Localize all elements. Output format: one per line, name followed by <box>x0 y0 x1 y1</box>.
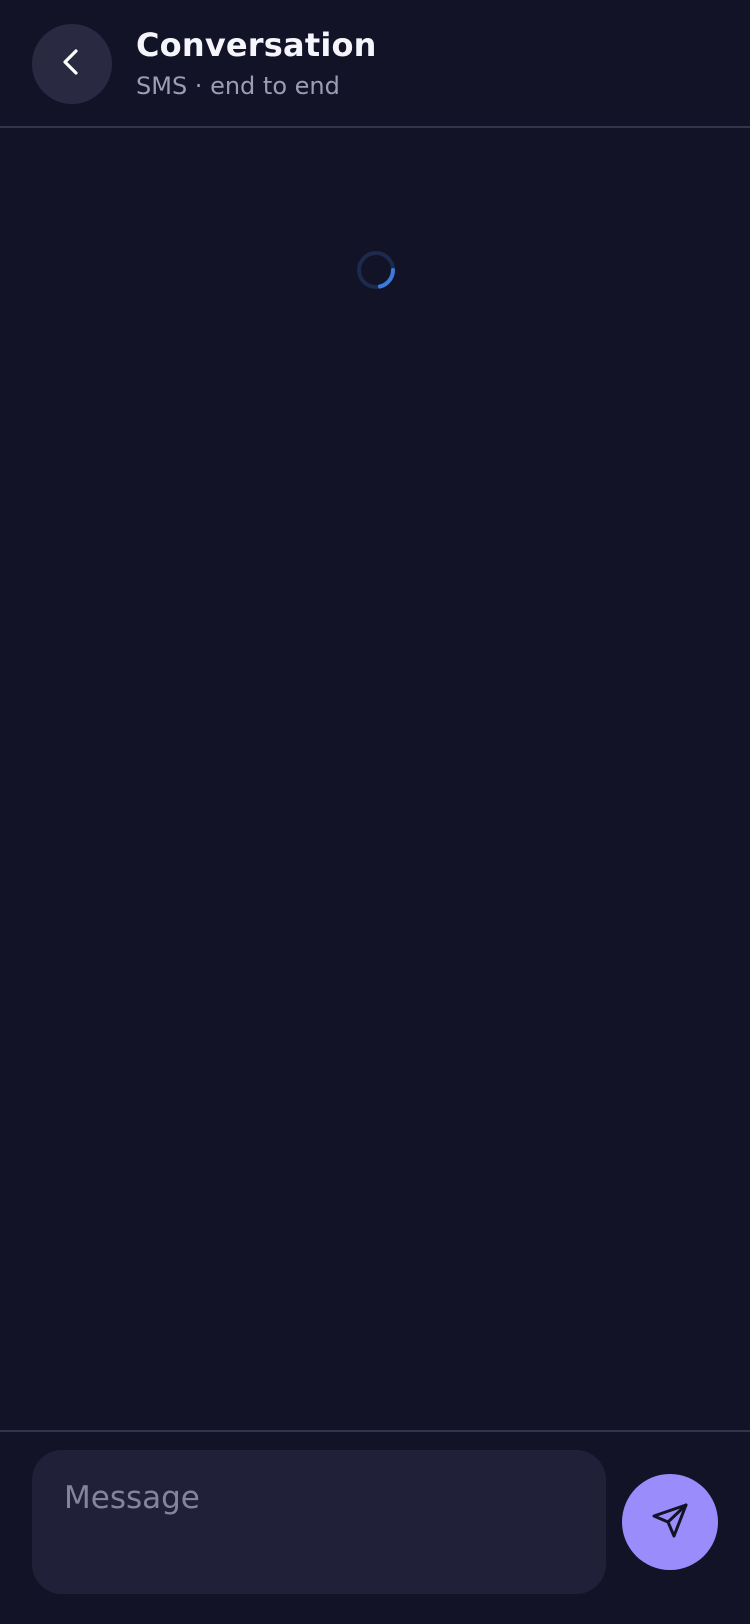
header: Conversation SMS · end to end <box>0 0 750 128</box>
send-icon <box>650 1500 690 1544</box>
send-button[interactable] <box>622 1474 718 1570</box>
page-subtitle: SMS · end to end <box>136 72 340 100</box>
chevron-left-icon <box>58 46 86 82</box>
back-button[interactable] <box>32 24 112 104</box>
message-list[interactable] <box>0 128 750 1430</box>
loading-spinner-icon <box>356 250 396 290</box>
conversation-screen: Conversation SMS · end to end <box>0 0 750 1624</box>
message-input[interactable] <box>32 1450 606 1594</box>
page-title: Conversation <box>136 26 377 64</box>
composer <box>0 1430 750 1624</box>
